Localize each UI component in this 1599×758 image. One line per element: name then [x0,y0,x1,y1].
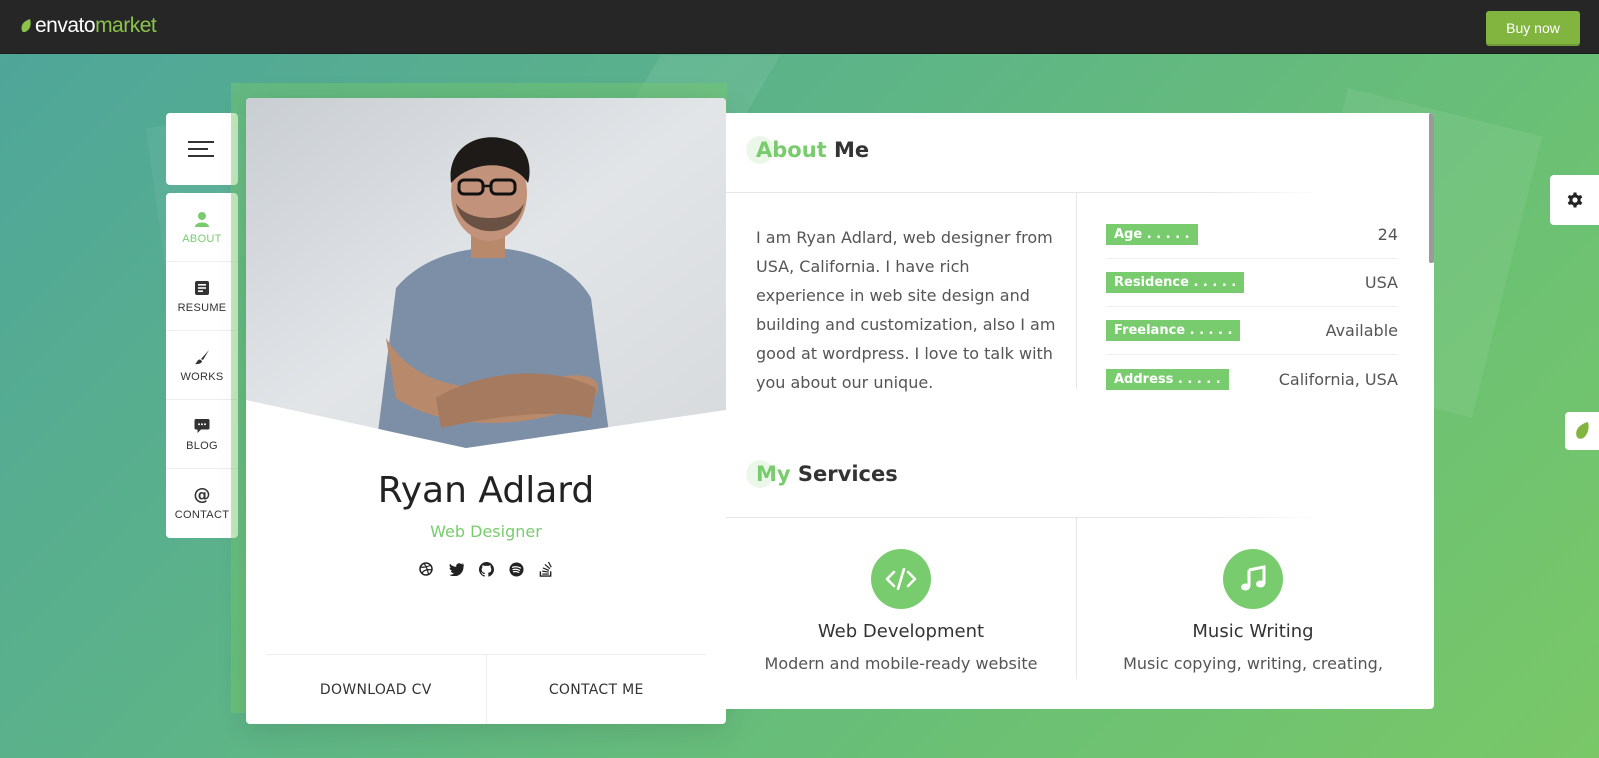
spotify-icon[interactable] [508,561,524,577]
resume-icon [193,279,211,297]
info-row-address: Address . . . . . California, USA [1106,355,1398,403]
info-key: Age . . . . . [1106,224,1198,245]
nav-label: RESUME [177,301,227,314]
info-row-residence: Residence . . . . . USA [1106,259,1398,307]
envato-leaf-icon [1576,422,1589,439]
info-row-freelance: Freelance . . . . . Available [1106,307,1398,355]
profile-name: Ryan Adlard [377,470,595,511]
info-value: 24 [1377,225,1398,244]
nav-label: CONTACT [174,509,230,521]
service-description: Modern and mobile-ready website [764,654,1038,673]
section-divider [726,517,1326,518]
envato-market-logo[interactable]: envato market [20,14,157,38]
nav-label: ABOUT [182,232,222,245]
settings-button[interactable] [1550,175,1599,225]
service-web-development: Web Development Modern and mobile-ready … [726,549,1076,673]
nav-label: WORKS [180,370,224,383]
profile-actions: DOWNLOAD CV CONTACT ME [266,654,706,724]
music-icon [1223,549,1283,609]
brand-secondary-text: market [95,14,157,37]
dribbble-icon[interactable] [418,561,434,577]
profile-card: Ryan Adlard Web Designer DOWNLOAD CV CON… [246,98,726,724]
services-section-title: My Services [746,460,898,488]
profile-photo [246,98,726,448]
nav-item-resume[interactable]: RESUME [166,262,238,331]
at-icon: @ [193,485,211,505]
about-description: I am Ryan Adlard, web designer from USA,… [756,228,1056,392]
title-rest: Services [790,462,898,486]
nav-item-about[interactable]: ABOUT [166,193,238,262]
contact-me-button[interactable]: CONTACT ME [487,655,707,724]
envato-leaf-icon [21,19,31,33]
nav-item-works[interactable]: WORKS [166,331,238,400]
gear-icon [1567,192,1582,208]
column-divider [1076,517,1077,679]
buy-now-button[interactable]: Buy now [1486,11,1580,44]
info-value: California, USA [1278,369,1398,389]
nav-label: BLOG [186,439,218,452]
title-rest: Me [826,138,870,162]
section-divider [726,192,1326,193]
download-cv-button[interactable]: DOWNLOAD CV [266,655,487,724]
nav-item-contact[interactable]: @ CONTACT [166,469,238,538]
nav-item-blog[interactable]: BLOG [166,400,238,469]
stackoverflow-icon[interactable] [538,561,554,577]
title-highlight: My [756,462,791,486]
twitter-icon[interactable] [448,561,464,577]
service-title: Web Development [817,621,985,642]
about-section-title: About Me [746,136,870,164]
profile-role: Web Designer [430,522,542,541]
scrollbar-thumb[interactable] [1429,113,1434,263]
envato-topbar: envato market Buy now [0,0,1599,54]
info-key: Address . . . . . [1106,368,1229,390]
service-music-writing: Music Writing Music copying, writing, cr… [1078,549,1428,673]
info-row-age: Age . . . . . 24 [1106,211,1398,259]
hamburger-icon [188,141,214,157]
service-title: Music Writing [1192,621,1314,642]
user-icon [193,210,211,228]
info-key: Freelance . . . . . [1106,320,1241,341]
menu-toggle-button[interactable] [166,113,238,185]
social-links [246,561,726,577]
brand-primary-text: envato [35,14,96,37]
brush-icon [193,348,211,366]
title-highlight: About [756,138,827,162]
github-icon[interactable] [478,561,494,577]
chat-icon [193,417,211,435]
info-value: Available [1325,321,1398,340]
code-icon [871,549,931,609]
info-value: USA [1364,273,1398,292]
content-panel: About Me I am Ryan Adlard, web designer … [726,113,1434,709]
info-key: Residence . . . . . [1106,272,1245,293]
column-divider [1076,192,1077,389]
side-nav: ABOUT RESUME WORKS BLOG @ CONTACT [166,193,238,538]
service-description: Music copying, writing, creating, [1123,654,1383,673]
envato-leaf-button[interactable] [1565,412,1599,450]
